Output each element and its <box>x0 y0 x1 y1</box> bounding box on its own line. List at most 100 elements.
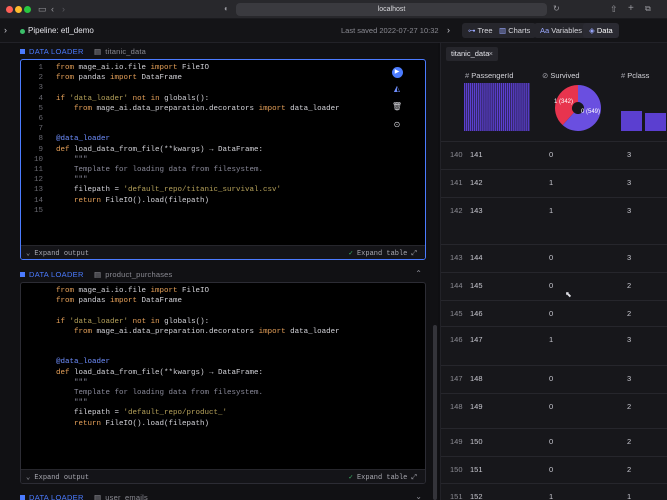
table-cell: 1 <box>549 178 554 187</box>
more-options-button[interactable]: ⊙ <box>388 120 406 134</box>
line-number: 13 <box>33 186 43 195</box>
table-row[interactable]: 140 141 0 3 <box>441 141 667 169</box>
line-number: 14 <box>33 196 43 205</box>
histogram-bar <box>645 113 666 131</box>
code-text: from mage_ai.io.file import FileIO <box>56 287 210 295</box>
close-icon[interactable]: × <box>489 47 493 61</box>
collapse-panel-icon[interactable]: › <box>447 24 450 36</box>
tab-charts-label: Charts <box>508 26 531 35</box>
table-row[interactable]: 147 148 0 3 <box>441 365 667 393</box>
maximize-window-button[interactable] <box>24 6 31 13</box>
expand-output-label: Expand output <box>34 250 90 258</box>
tab-variables-label: Variables <box>551 26 582 35</box>
table-cell: 3 <box>627 335 632 344</box>
code-text: """ <box>56 155 88 164</box>
expand-table-button[interactable]: ✓ Expand table ⤢ <box>349 473 417 482</box>
block-type-label: DATA LOADER <box>20 47 84 56</box>
tab-variables[interactable]: Aa Variables <box>534 23 588 38</box>
code-editor[interactable]: from mage_ai.io.file import FileIO from p… <box>20 282 426 484</box>
tab-overview-icon[interactable]: ⧉ <box>645 3 651 15</box>
table-row[interactable]: 149 150 0 2 <box>441 428 667 456</box>
back-arrow-icon[interactable]: ‹ <box>51 3 54 15</box>
code-text: Template for loading data from filesyste… <box>56 389 264 397</box>
histogram-bar <box>469 83 472 131</box>
code-text: return FileIO().load(filepath) <box>74 196 210 205</box>
expand-table-button[interactable]: ✓ Expand table ⤢ <box>349 249 417 258</box>
block-name-text: user_emails <box>105 493 148 500</box>
table-row[interactable]: 144 145 0 2 <box>441 272 667 300</box>
collapse-block-icon[interactable]: ⌄ <box>415 492 422 500</box>
table-row[interactable]: 148 149 0 2 <box>441 393 667 428</box>
table-cell: 0 <box>549 281 554 290</box>
play-icon: ▶ <box>391 67 403 78</box>
tab-data[interactable]: ◈ Data <box>583 23 619 38</box>
table-cell: 3 <box>627 374 632 383</box>
table-cell: 2 <box>627 465 632 474</box>
block-header[interactable]: DATA LOADER ▤ titanic_data <box>20 46 426 60</box>
table-row[interactable]: 141 142 1 3 <box>441 169 667 197</box>
table-row[interactable]: 143 144 0 3 <box>441 244 667 272</box>
expand-output-button[interactable]: ⌄ Expand output <box>26 249 89 258</box>
pipeline-status-dot <box>20 29 25 34</box>
charts-block-button[interactable]: ◭ <box>388 84 406 98</box>
line-number: 5 <box>38 104 43 113</box>
share-icon[interactable]: ⇧ <box>610 3 618 15</box>
histogram-bar <box>528 83 530 131</box>
table-cell: 146 <box>470 309 483 318</box>
table-cell: 149 <box>470 402 483 411</box>
histogram-bar <box>516 83 518 131</box>
reload-icon[interactable]: ↻ <box>553 3 560 15</box>
column-header-survived[interactable]: ⊘ Survived <box>542 71 580 80</box>
expand-output-button[interactable]: ⌄ Expand output <box>26 473 89 482</box>
tab-charts[interactable]: ▥ Charts <box>493 23 537 38</box>
table-cell: 0 <box>549 150 554 159</box>
chart-icon: ▥ <box>499 26 507 35</box>
sidebar-toggle-icon[interactable]: ▭ <box>38 3 47 15</box>
last-saved-text: Last saved 2022-07-27 10:32 <box>341 26 439 35</box>
code-text: from mage_ai.io.file import FileIO <box>56 64 210 72</box>
column-header-passengerid[interactable]: # PassengerId <box>465 71 513 80</box>
table-cell: 1 <box>627 492 632 500</box>
table-row[interactable]: 151 152 1 1 <box>441 483 667 500</box>
line-number: 1 <box>38 64 43 72</box>
code-text: filepath = 'default_repo/titanic_surviva… <box>56 186 282 195</box>
delete-block-button[interactable]: 🗑 <box>388 102 406 116</box>
app-header: › Pipeline: etl_demo Last saved 2022-07-… <box>0 19 667 43</box>
minimize-window-button[interactable] <box>15 6 22 13</box>
code-text: @data_loader <box>56 358 111 367</box>
table-row[interactable]: 142 143 1 3 <box>441 197 667 244</box>
file-icon: ▤ <box>94 270 102 279</box>
page-settings-icon[interactable]: ◐ <box>224 3 229 15</box>
tab-tree-label: Tree <box>477 26 493 35</box>
data-file-tab[interactable]: titanic_data × <box>446 47 498 61</box>
expand-sidebar-icon[interactable]: › <box>4 24 7 36</box>
close-window-button[interactable] <box>6 6 13 13</box>
code-text: def load_data_from_file(**kwargs) → Data… <box>56 145 264 154</box>
histogram-bar <box>491 83 493 131</box>
table-cell: 0 <box>549 374 554 383</box>
block-header[interactable]: DATA LOADER ▤ user_emails ⌄ <box>20 492 426 500</box>
table-row[interactable]: 150 151 0 2 <box>441 456 667 483</box>
code-text: """ <box>56 176 88 185</box>
histogram-bar <box>471 83 474 131</box>
histogram-bar <box>475 83 478 131</box>
forward-arrow-icon[interactable]: › <box>62 3 65 15</box>
row-index: 147 <box>450 374 463 383</box>
table-row[interactable]: 145 146 0 2 <box>441 300 667 326</box>
collapse-block-icon[interactable]: ⌃ <box>415 269 422 278</box>
code-editor[interactable]: 1 from mage_ai.io.file import FileIO 2 from… <box>20 59 426 260</box>
run-block-button[interactable]: ▶ <box>388 66 406 80</box>
column-header-pclass[interactable]: # Pclass <box>621 71 649 80</box>
pie-label-one: 1 (342) <box>554 99 574 105</box>
table-row[interactable]: 146 147 1 3 <box>441 326 667 365</box>
address-bar[interactable]: localhost <box>236 3 547 16</box>
new-tab-icon[interactable]: + <box>628 3 634 15</box>
survived-pie-chart <box>555 85 601 131</box>
trash-icon: 🗑 <box>391 102 403 111</box>
block-header[interactable]: DATA LOADER ▤ product_purchases ⌃ <box>20 269 426 283</box>
histogram-bar <box>481 83 483 131</box>
histogram-bar <box>502 83 505 131</box>
table-cell: 3 <box>627 178 632 187</box>
editor-scrollbar[interactable] <box>433 325 437 500</box>
code-text: Template for loading data from filesyste… <box>56 166 264 174</box>
